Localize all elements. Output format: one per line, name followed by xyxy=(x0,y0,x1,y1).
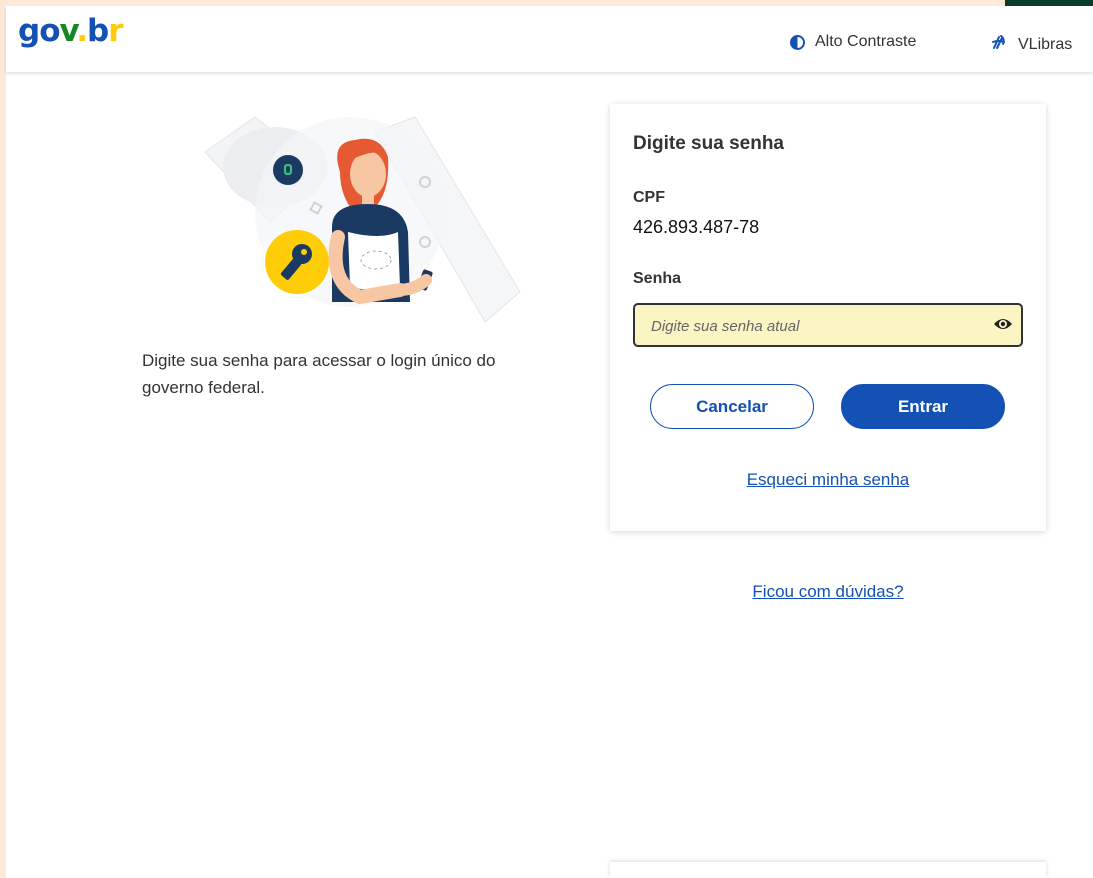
key-icon xyxy=(265,230,329,294)
eye-icon[interactable] xyxy=(993,316,1013,332)
login-illustration xyxy=(200,112,530,332)
intro-text: Digite sua senha para acessar o login ún… xyxy=(142,351,496,397)
password-card: Digite sua senha CPF 426.893.487-78 Senh… xyxy=(610,104,1046,531)
password-input[interactable] xyxy=(649,313,973,339)
password-field[interactable] xyxy=(633,303,1023,347)
vlibras-label: VLibras xyxy=(1018,35,1073,53)
forgot-password-link[interactable]: Esqueci minha senha xyxy=(610,470,1046,490)
cpf-value: 426.893.487-78 xyxy=(633,217,760,237)
high-contrast-label: Alto Contraste xyxy=(815,33,917,50)
lock-icon xyxy=(273,155,303,185)
cancel-button[interactable]: Cancelar xyxy=(650,384,814,429)
window-frame-left xyxy=(0,0,6,878)
vlibras-button[interactable]: VLibras xyxy=(990,33,1072,56)
help-link[interactable]: Ficou com dúvidas? xyxy=(610,582,1046,602)
footer-card-edge xyxy=(610,862,1046,878)
contrast-icon xyxy=(790,34,805,50)
enter-button[interactable]: Entrar xyxy=(841,384,1005,429)
logo-letter-o: o xyxy=(39,13,60,49)
logo-dot: . xyxy=(76,13,88,49)
logo-letter-b: b xyxy=(86,13,109,49)
gov-br-logo[interactable]: gov.br xyxy=(18,13,124,49)
cpf-label: CPF xyxy=(633,189,665,206)
logo-letter-v: v xyxy=(59,13,78,49)
password-label: Senha xyxy=(633,270,682,287)
logo-letter-r: r xyxy=(108,13,123,49)
logo-letter-g: g xyxy=(18,13,40,49)
high-contrast-button[interactable]: Alto Contraste xyxy=(790,33,916,51)
top-header: gov.br Alto Contraste VLibras xyxy=(6,6,1093,72)
sign-language-icon xyxy=(990,33,1008,56)
card-title: Digite sua senha xyxy=(633,133,784,154)
